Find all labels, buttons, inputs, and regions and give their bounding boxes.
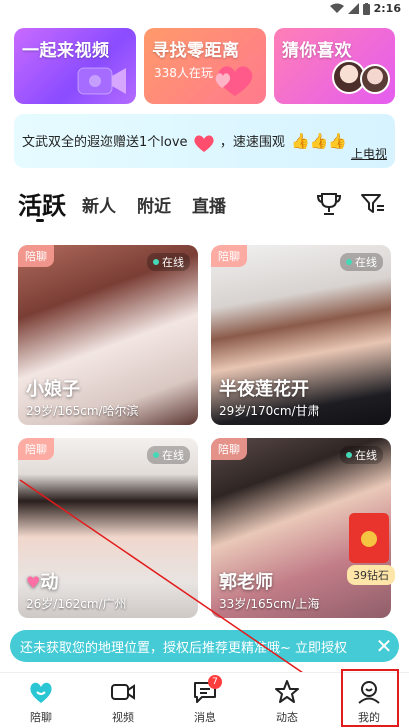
tab-active[interactable]: 活跃: [18, 186, 66, 221]
highlight-box: [341, 669, 399, 727]
companion-tag: 陪聊: [18, 245, 54, 267]
profile-name: 半夜莲花开: [219, 379, 309, 400]
companion-tag: 陪聊: [18, 438, 54, 460]
companion-tag: 陪聊: [211, 245, 247, 267]
online-dot-icon: [346, 452, 352, 458]
close-icon[interactable]: ✕: [369, 634, 399, 658]
promo-distance-subtitle: 338人在玩: [154, 66, 213, 80]
gift-text-suffix: ，速速围观: [219, 135, 285, 150]
location-permission-text[interactable]: 还未获取您的地理位置，授权后推荐更精准哦~ 立即授权: [20, 637, 369, 656]
tab-nearby[interactable]: 附近: [137, 192, 171, 217]
profile-info: 29岁/165cm/哈尔滨: [26, 404, 139, 418]
nav-label: 消息: [194, 711, 216, 724]
location-permission-bar[interactable]: 还未获取您的地理位置，授权后推荐更精准哦~ 立即授权 ✕: [10, 630, 399, 662]
heart-icon: ♥: [26, 573, 41, 592]
gift-text: 文武双全的遐迩赠送1个love: [22, 135, 188, 150]
profile-name: 小娘子: [26, 379, 80, 400]
promo-distance-card[interactable]: 寻找零距离 338人在玩: [144, 28, 266, 104]
red-envelope-seal: [361, 531, 377, 547]
profile-name: 郭老师: [219, 572, 273, 593]
nav-moments[interactable]: 动态: [246, 673, 328, 728]
promo-row: 一起来视频 寻找零距离 338人在玩 猜你喜欢: [14, 28, 395, 104]
category-tabs: 活跃 新人 附近 直播: [18, 186, 398, 226]
red-packet-button[interactable]: 39钻石: [347, 513, 395, 585]
signal-icon: [347, 3, 359, 14]
love-gift-icon: [194, 134, 214, 152]
tab-indicator: [36, 219, 44, 222]
profile-info: 26岁/162cm/广州: [26, 597, 127, 611]
profile-info: 29岁/170cm/甘肃: [219, 404, 320, 418]
nav-video[interactable]: 视频: [82, 673, 164, 728]
nav-label: 动态: [276, 711, 298, 724]
promo-guess-card[interactable]: 猜你喜欢: [274, 28, 395, 104]
online-dot-icon: [346, 259, 352, 265]
nav-label: 视频: [112, 711, 134, 724]
nav-messages[interactable]: 7 消息: [164, 673, 246, 728]
status-time: 2:16: [373, 2, 401, 15]
on-tv-link[interactable]: 上电视: [351, 145, 387, 162]
heart-chat-icon: [30, 682, 52, 703]
online-dot-icon: [153, 259, 159, 265]
promo-video-title: 一起来视频: [22, 41, 110, 61]
gift-broadcast-banner[interactable]: 文武双全的遐迩赠送1个love ，速速围观 👍👍👍 上电视: [14, 114, 395, 168]
online-status: 在线: [147, 253, 190, 271]
status-bar: 2:16: [0, 0, 409, 18]
promo-distance-title: 寻找零距离: [152, 41, 240, 61]
companion-tag: 陪聊: [211, 438, 247, 460]
trophy-icon[interactable]: [316, 192, 342, 216]
tab-new[interactable]: 新人: [82, 192, 116, 217]
promo-guess-title: 猜你喜欢: [282, 41, 352, 61]
profile-card[interactable]: 陪聊 在线 小娘子 29岁/165cm/哈尔滨: [18, 245, 198, 425]
filter-icon[interactable]: [360, 192, 386, 216]
message-count-badge: 7: [208, 675, 222, 689]
tab-live[interactable]: 直播: [192, 192, 226, 217]
video-camera-icon: [77, 67, 126, 95]
red-packet-label: 39钻石: [347, 565, 395, 585]
avatar: [360, 64, 390, 94]
online-status: 在线: [340, 253, 383, 271]
profile-info: 33岁/165cm/上海: [219, 597, 320, 611]
wifi-icon: [329, 3, 344, 13]
profile-card[interactable]: 陪聊 在线 半夜莲花开 29岁/170cm/甘肃: [211, 245, 391, 425]
online-status: 在线: [340, 446, 383, 464]
nav-companion[interactable]: 陪聊: [0, 673, 82, 728]
thumbs-up-icon: 👍👍👍: [290, 132, 347, 150]
hearts-icon: [215, 66, 253, 96]
online-dot-icon: [153, 452, 159, 458]
profile-card[interactable]: 陪聊 在线 ♥动 26岁/162cm/广州: [18, 438, 198, 618]
star-icon: [275, 680, 299, 703]
profile-name: ♥动: [26, 572, 59, 593]
video-icon: [111, 684, 135, 700]
battery-icon: [362, 2, 370, 15]
nav-label: 陪聊: [30, 711, 52, 724]
online-status: 在线: [147, 446, 190, 464]
promo-video-card[interactable]: 一起来视频: [14, 28, 136, 104]
